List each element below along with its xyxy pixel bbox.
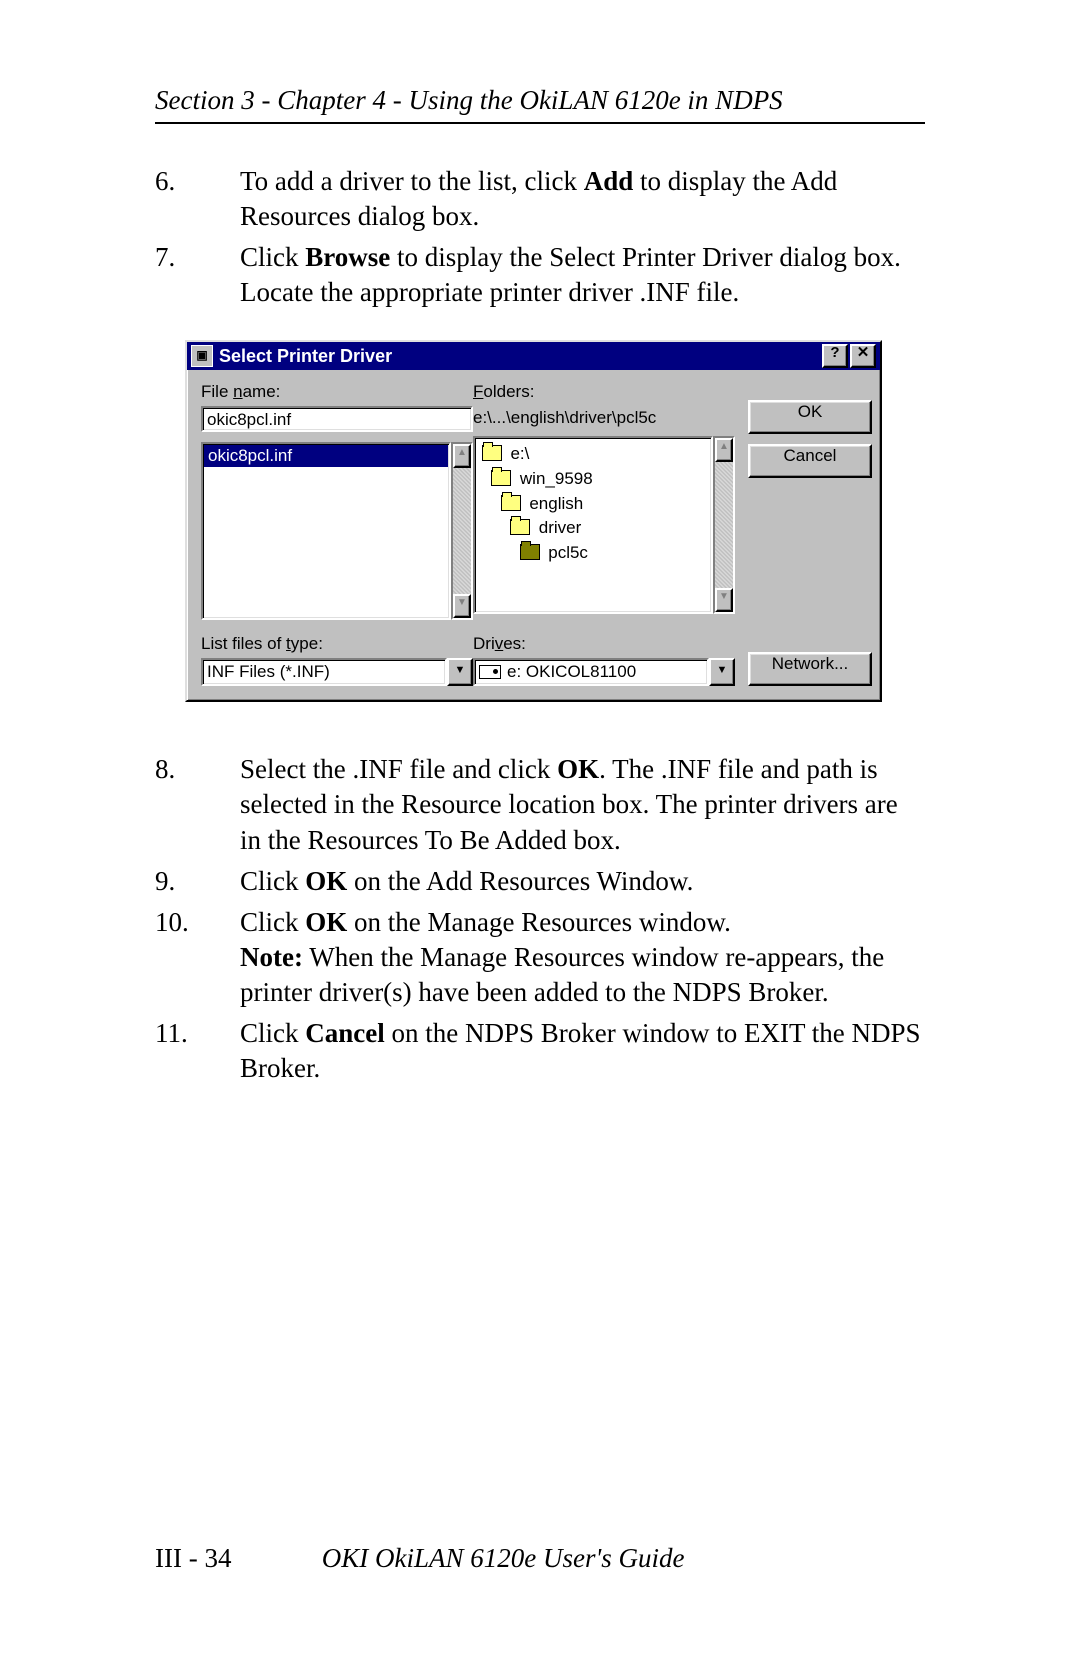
drive-text: e: OKICOL81100	[507, 662, 636, 682]
scroll-up-icon: ▲	[715, 438, 733, 462]
file-list-scrollbar[interactable]: ▲ ▼	[451, 442, 473, 620]
instruction-step: 9.Click OK on the Add Resources Window.	[155, 864, 925, 899]
file-name-input[interactable]: okic8pcl.inf	[201, 406, 473, 432]
dialog-titlebar: ▣ Select Printer Driver ? ✕	[187, 342, 880, 370]
step-body: Click OK on the Manage Resources window.…	[240, 905, 925, 1010]
folder-label: driver	[534, 518, 581, 537]
folder-open-icon	[510, 519, 530, 535]
step-body: Click Cancel on the NDPS Broker window t…	[240, 1016, 925, 1086]
select-printer-driver-dialog: ▣ Select Printer Driver ? ✕ File name: o…	[185, 340, 882, 702]
step-number: 8.	[155, 752, 240, 857]
chevron-down-icon[interactable]: ▼	[447, 658, 473, 686]
list-type-value: INF Files (*.INF)	[201, 658, 447, 686]
network-button[interactable]: Network...	[748, 652, 872, 686]
cancel-button[interactable]: Cancel	[748, 444, 872, 478]
folder-tree-item[interactable]: driver	[477, 516, 709, 541]
file-name-label: File name:	[201, 382, 473, 402]
folders-label: Folders:	[473, 382, 735, 402]
instruction-step: 11.Click Cancel on the NDPS Broker windo…	[155, 1016, 925, 1086]
help-button[interactable]: ?	[822, 344, 848, 368]
scrollbar-track	[715, 462, 733, 588]
list-type-label: List files of type:	[201, 634, 473, 654]
drives-label: Drives:	[473, 634, 735, 654]
file-list[interactable]: okic8pcl.inf	[201, 442, 451, 620]
step-number: 6.	[155, 164, 240, 234]
page-footer: III - 34 OKI OkiLAN 6120e User's Guide	[155, 1543, 685, 1574]
folder-path: e:\...\english\driver\pcl5c	[473, 406, 735, 434]
folder-closed-icon	[520, 544, 540, 560]
folder-tree-item[interactable]: english	[477, 492, 709, 517]
page-number: III - 34	[155, 1543, 315, 1574]
step-body: To add a driver to the list, click Add t…	[240, 164, 925, 234]
scroll-down-icon: ▼	[453, 594, 471, 618]
footer-title: OKI OkiLAN 6120e User's Guide	[322, 1543, 685, 1573]
header-rule	[155, 122, 925, 124]
folder-tree-item[interactable]: win_9598	[477, 467, 709, 492]
instruction-step: 10.Click OK on the Manage Resources wind…	[155, 905, 925, 1010]
folder-open-icon	[501, 495, 521, 511]
scroll-down-icon: ▼	[715, 588, 733, 612]
step-number: 11.	[155, 1016, 240, 1086]
drives-select[interactable]: e: OKICOL81100 ▼	[473, 658, 735, 686]
step-body: Select the .INF file and click OK. The .…	[240, 752, 925, 857]
step-number: 9.	[155, 864, 240, 899]
dialog-title: Select Printer Driver	[219, 346, 820, 367]
instruction-step: 7.Click Browse to display the Select Pri…	[155, 240, 925, 310]
step-number: 10.	[155, 905, 240, 1010]
scroll-up-icon: ▲	[453, 444, 471, 468]
steps-top: 6.To add a driver to the list, click Add…	[155, 164, 925, 310]
folder-label: e:\	[506, 444, 530, 463]
folder-label: english	[525, 494, 584, 513]
step-body: Click OK on the Add Resources Window.	[240, 864, 925, 899]
dialog-icon: ▣	[191, 345, 213, 367]
close-button[interactable]: ✕	[850, 344, 876, 368]
file-list-item-selected[interactable]: okic8pcl.inf	[204, 445, 448, 467]
page-header: Section 3 - Chapter 4 - Using the OkiLAN…	[155, 85, 925, 116]
folder-tree-item[interactable]: e:\	[477, 442, 709, 467]
ok-button[interactable]: OK	[748, 400, 872, 434]
instruction-step: 6.To add a driver to the list, click Add…	[155, 164, 925, 234]
folder-label: win_9598	[515, 469, 593, 488]
folder-label: pcl5c	[544, 543, 588, 562]
drive-icon	[479, 665, 501, 679]
folder-tree-item[interactable]: pcl5c	[477, 541, 709, 566]
folder-open-icon	[482, 445, 502, 461]
step-number: 7.	[155, 240, 240, 310]
scrollbar-track	[453, 468, 471, 594]
folder-open-icon	[491, 470, 511, 486]
chevron-down-icon[interactable]: ▼	[709, 658, 735, 686]
list-type-select[interactable]: INF Files (*.INF) ▼	[201, 658, 473, 686]
drives-value: e: OKICOL81100	[473, 658, 709, 686]
instruction-step: 8.Select the .INF file and click OK. The…	[155, 752, 925, 857]
steps-bottom: 8.Select the .INF file and click OK. The…	[155, 752, 925, 1086]
step-body: Click Browse to display the Select Print…	[240, 240, 925, 310]
folder-scrollbar[interactable]: ▲ ▼	[713, 436, 735, 614]
folder-tree[interactable]: e:\ win_9598 english driver pcl5c	[473, 436, 713, 614]
